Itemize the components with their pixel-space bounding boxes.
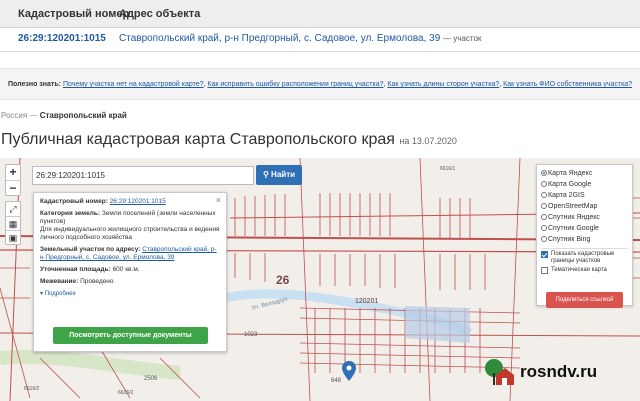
- column-header-address: Адрес объекта: [119, 8, 201, 20]
- info-address-label: Земельный участок по адресу:: [40, 246, 141, 253]
- layer-option-2gis-map[interactable]: Карта 2GIS: [541, 190, 628, 201]
- results-table-header: Кадастровый номер Адрес объекта: [0, 0, 640, 28]
- useful-links-label: Полезно знать:: [8, 81, 61, 88]
- ruler-icon[interactable]: ⤢: [6, 202, 20, 216]
- useful-link-1[interactable]: Почему участка нет на кадастровой карте?: [63, 81, 204, 88]
- more-details-link[interactable]: ▾ Подробнее: [40, 290, 220, 298]
- breadcrumb-current: Ставропольский край: [39, 111, 127, 120]
- map-label-648: 648: [331, 378, 342, 384]
- info-survey-value: Проведено: [80, 278, 114, 285]
- map-label-1023: 1023: [244, 332, 258, 338]
- more-details-label: Подробнее: [44, 291, 76, 297]
- info-survey-row: Межевание: Проведено: [40, 278, 220, 286]
- radio[interactable]: [541, 203, 547, 209]
- useful-link-3[interactable]: Как узнать длины сторон участка?: [387, 81, 499, 88]
- results-table: Кадастровый номер Адрес объекта 26:29:12…: [0, 0, 640, 52]
- base-layer-panel: Карта Яндекс Карта Google Карта 2GIS Ope…: [536, 164, 633, 308]
- watermark-text: rosndv.ru: [520, 362, 598, 381]
- layer-option-yandex-map[interactable]: Карта Яндекс: [541, 168, 628, 179]
- share-link-button[interactable]: Поделиться ссылкой: [546, 292, 623, 308]
- close-icon[interactable]: ×: [216, 196, 221, 205]
- info-cadastral-row: Кадастровый номер: 26:29:120201:1015: [40, 198, 220, 206]
- radio[interactable]: [541, 236, 547, 242]
- map-label-6616-1: 6616/1: [440, 166, 456, 172]
- breadcrumb-root[interactable]: Россия: [1, 111, 27, 120]
- house-tree-icon: [485, 359, 514, 385]
- radio[interactable]: [541, 214, 547, 220]
- info-category-label: Категория земель:: [40, 210, 101, 217]
- object-address-text: Ставропольский край, р-н Предгорный, с. …: [119, 33, 441, 44]
- layer-option-google-map[interactable]: Карта Google: [541, 179, 628, 190]
- useful-link-2[interactable]: Как исправить ошибку расположения границ…: [207, 81, 383, 88]
- layer-option-google-sat[interactable]: Спутник Google: [541, 223, 628, 234]
- show-borders-checkbox[interactable]: Показать кадастровые границы участков: [541, 251, 628, 265]
- column-header-number: Кадастровый номер: [18, 8, 130, 20]
- radio-selected[interactable]: [541, 170, 547, 176]
- map-tools: ⤢ ▦ ▣: [5, 201, 21, 245]
- layer-option-yandex-sat[interactable]: Спутник Яндекс: [541, 212, 628, 223]
- info-category-row: Категория земель: Земли поселений (земли…: [40, 210, 220, 242]
- map-label-6616-2b: 6616/2: [118, 390, 134, 396]
- chevron-down-icon: ▾: [40, 291, 44, 297]
- zoom-out-button[interactable]: −: [6, 180, 20, 195]
- print-icon[interactable]: ▣: [6, 230, 20, 244]
- layer-option-label: OpenStreetMap: [548, 203, 598, 210]
- info-cadastral-label: Кадастровый номер:: [40, 198, 108, 205]
- checkbox[interactable]: [541, 267, 548, 274]
- useful-link-4[interactable]: Как узнать ФИО собственника участка?: [503, 81, 632, 88]
- radio[interactable]: [541, 192, 547, 198]
- layers-divider: [541, 248, 628, 249]
- radio[interactable]: [541, 181, 547, 187]
- radio[interactable]: [541, 225, 547, 231]
- thematic-map-label: Тематическая карта: [551, 267, 607, 273]
- layer-option-label: Карта Яндекс: [548, 170, 593, 177]
- object-address-link[interactable]: Ставропольский край, р-н Предгорный, с. …: [119, 33, 481, 44]
- page-title-date: на 13.07.2020: [399, 136, 457, 146]
- table-row[interactable]: 26:29:120201:1015 Ставропольский край, р…: [0, 28, 640, 52]
- zoom-in-button[interactable]: +: [6, 165, 20, 180]
- cadastral-map[interactable]: 26 120201 Ул. Велодруп 1023 2506 648 661…: [0, 158, 640, 401]
- useful-links-bar: Полезно знать: Почему участка нет на кад…: [0, 68, 640, 100]
- view-documents-button[interactable]: Посмотреть доступные документы: [53, 327, 208, 344]
- info-cadastral-link[interactable]: 26:29:120201:1015: [110, 198, 166, 205]
- layer-option-label: Карта 2GIS: [548, 192, 585, 199]
- layer-option-label: Спутник Google: [548, 225, 599, 232]
- info-area-value: 600 кв.м.: [112, 266, 140, 273]
- thematic-map-checkbox[interactable]: Тематическая карта: [541, 267, 628, 274]
- breadcrumb: Россия — Ставропольский край: [1, 111, 127, 120]
- search-button-label: Найти: [271, 170, 296, 179]
- layer-option-bing-sat[interactable]: Спутник Bing: [541, 234, 628, 245]
- object-type-label: — участок: [443, 34, 482, 43]
- page-title-text: Публичная кадастровая карта Ставропольск…: [1, 131, 395, 148]
- map-label-quarter: 120201: [355, 298, 378, 305]
- parcel-info-popup: × Кадастровый номер: 26:29:120201:1015 К…: [33, 192, 227, 352]
- search-button[interactable]: ⚲ Найти: [256, 165, 302, 185]
- page-title: Публичная кадастровая карта Ставропольск…: [1, 131, 457, 149]
- info-area-row: Уточненная площадь: 600 кв.м.: [40, 266, 220, 274]
- breadcrumb-separator: —: [29, 111, 38, 120]
- info-survey-label: Межевание:: [40, 278, 79, 285]
- map-label-6616-2a: 6616/2: [24, 386, 40, 392]
- layer-option-label: Спутник Bing: [548, 236, 591, 243]
- location-pin-icon[interactable]: [342, 361, 356, 381]
- checkbox-checked[interactable]: [541, 251, 548, 258]
- zoom-control: + −: [5, 164, 21, 196]
- cadastral-number-link[interactable]: 26:29:120201:1015: [18, 33, 106, 44]
- layer-option-osm[interactable]: OpenStreetMap: [541, 201, 628, 212]
- info-address-row: Земельный участок по адресу: Ставропольс…: [40, 246, 220, 262]
- layers-icon[interactable]: ▦: [6, 216, 20, 230]
- cadastral-search-input[interactable]: 26:29:120201:1015: [32, 166, 254, 185]
- map-label-2506: 2506: [144, 376, 158, 382]
- info-area-label: Уточненная площадь:: [40, 266, 111, 273]
- info-use-value: Для индивидуального жилищного строительс…: [40, 226, 220, 241]
- show-borders-label: Показать кадастровые границы участков: [551, 251, 615, 264]
- layer-option-label: Спутник Яндекс: [548, 214, 600, 221]
- search-icon: ⚲: [262, 170, 269, 179]
- site-watermark: rosndv.ru: [484, 356, 597, 388]
- layer-option-label: Карта Google: [548, 181, 592, 188]
- map-label-block: 26: [276, 273, 290, 287]
